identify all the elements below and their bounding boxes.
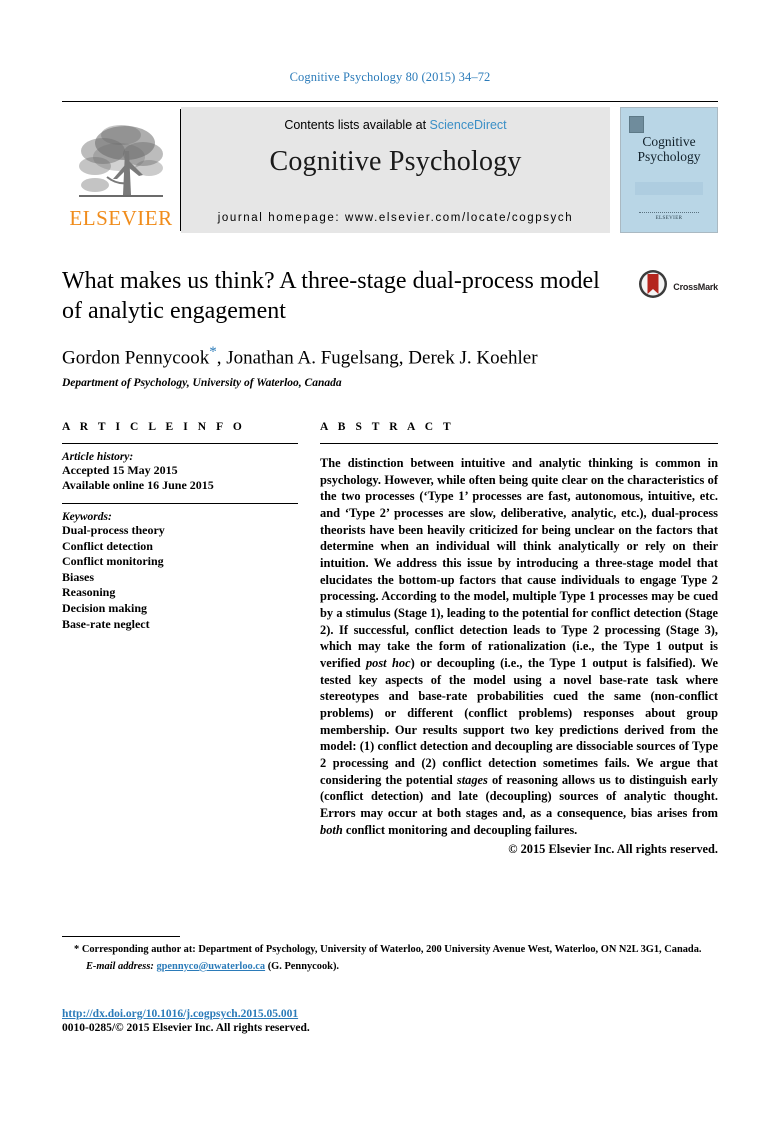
footnote-star: * <box>74 944 80 955</box>
article-info-heading: A R T I C L E I N F O <box>62 420 246 433</box>
keyword-item: Base-rate neglect <box>62 616 150 631</box>
doi-link[interactable]: http://dx.doi.org/10.1016/j.cogpsych.201… <box>62 1008 310 1020</box>
keyword-item: Conflict monitoring <box>62 554 164 569</box>
abstract-italic-stages: stages <box>456 772 488 787</box>
masthead-top-rule <box>62 101 718 102</box>
cover-title-line-1: Cognitive <box>642 134 696 149</box>
abstract-heading: A B S T R A C T <box>320 420 455 433</box>
cover-subtitle-blur <box>635 182 703 195</box>
author-others: , Jonathan A. Fugelsang, Derek J. Koehle… <box>216 346 538 368</box>
elsevier-wordmark: ELSEVIER <box>69 206 173 230</box>
cover-footer-rule <box>639 212 699 213</box>
corresponding-author-note: * Corresponding author at: Department of… <box>62 943 718 958</box>
article-history-online: Available online 16 June 2015 <box>62 478 214 493</box>
title-block: What makes us think? A three-stage dual-… <box>62 267 718 389</box>
author-corresponding: Gordon Pennycook <box>62 346 210 368</box>
abstract-rule <box>320 442 718 444</box>
keyword-item: Conflict detection <box>62 538 153 553</box>
affiliation: Department of Psychology, University of … <box>62 376 342 389</box>
crossmark-icon <box>638 269 668 304</box>
article-first-page: Cognitive Psychology 80 (2015) 34–72 ELS… <box>0 0 780 1134</box>
email-label: E-mail address: <box>86 960 154 972</box>
contents-available-line: Contents lists available at ScienceDirec… <box>284 118 506 132</box>
footnote-rule <box>62 936 180 937</box>
cover-footer-wordmark: ELSEVIER <box>655 216 683 221</box>
footnote-block: * Corresponding author at: Department of… <box>62 936 718 972</box>
crossmark-badge[interactable]: CrossMark <box>638 269 718 304</box>
email-note: E-mail address: gpennyco@uwaterloo.ca (G… <box>62 961 718 972</box>
article-history-accepted: Accepted 15 May 2015 <box>62 462 178 477</box>
abstract-part-4: conflict monitoring and decoupling failu… <box>342 822 578 837</box>
abstract-column: A B S T R A C T The distinction between … <box>320 421 718 857</box>
contents-prefix: Contents lists available at <box>284 118 427 132</box>
cover-title-line-2: Psychology <box>637 149 701 165</box>
email-link[interactable]: gpennyco@uwaterloo.ca <box>156 961 265 972</box>
article-history-label: Article history: <box>62 450 134 463</box>
keywords-label: Keywords: <box>62 511 112 524</box>
email-owner: (G. Pennycook). <box>267 960 340 972</box>
journal-masthead: ELSEVIER Contents lists available at Sci… <box>62 101 718 233</box>
info-abstract-section: A R T I C L E I N F O Article history: A… <box>62 421 718 857</box>
corresponding-author-marker[interactable]: * <box>209 344 217 360</box>
keyword-item: Decision making <box>62 600 148 615</box>
abstract-part-2: ) or decoupling (i.e., the Type 1 output… <box>320 655 718 787</box>
running-head: Cognitive Psychology 80 (2015) 34–72 <box>289 70 491 84</box>
abstract-copyright: © 2015 Elsevier Inc. All rights reserved… <box>508 842 718 857</box>
elsevier-tree-icon <box>73 121 169 207</box>
abstract-italic-both: both <box>320 822 343 837</box>
abstract-text: The distinction between intuitive and an… <box>320 455 718 838</box>
doi-footer: http://dx.doi.org/10.1016/j.cogpsych.201… <box>62 1008 310 1034</box>
journal-cover-thumbnail[interactable]: Cognitive Psychology ELSEVIER <box>620 107 718 233</box>
journal-title: Cognitive Psychology <box>269 146 522 177</box>
author-list: Gordon Pennycook*, Jonathan A. Fugelsang… <box>62 344 718 369</box>
cover-footer: ELSEVIER <box>639 212 699 221</box>
elsevier-logo: ELSEVIER <box>62 107 180 233</box>
abstract-italic-post-hoc: post hoc <box>365 655 411 670</box>
masthead-center: Contents lists available at ScienceDirec… <box>181 107 610 233</box>
keyword-item: Reasoning <box>62 585 116 600</box>
article-info-rule <box>62 442 298 444</box>
issn-copyright-line: 0010-0285/© 2015 Elsevier Inc. All right… <box>62 1022 310 1034</box>
page-title: What makes us think? A three-stage dual-… <box>62 268 600 324</box>
crossmark-label: CrossMark <box>673 281 718 292</box>
sciencedirect-link[interactable]: ScienceDirect <box>430 118 507 132</box>
cover-title: Cognitive Psychology <box>637 134 700 164</box>
journal-homepage-link[interactable]: journal homepage: www.elsevier.com/locat… <box>181 212 610 233</box>
keywords-list: Dual-process theory Conflict detection C… <box>62 523 298 632</box>
article-info-column: A R T I C L E I N F O Article history: A… <box>62 421 298 857</box>
corresponding-author-text: Corresponding author at: Department of P… <box>81 944 702 955</box>
keywords-rule <box>62 503 298 505</box>
keyword-item: Biases <box>62 569 95 584</box>
abstract-part-1: The distinction between intuitive and an… <box>320 455 718 670</box>
cover-elsevier-icon <box>629 116 644 133</box>
keyword-item: Dual-process theory <box>62 523 165 538</box>
